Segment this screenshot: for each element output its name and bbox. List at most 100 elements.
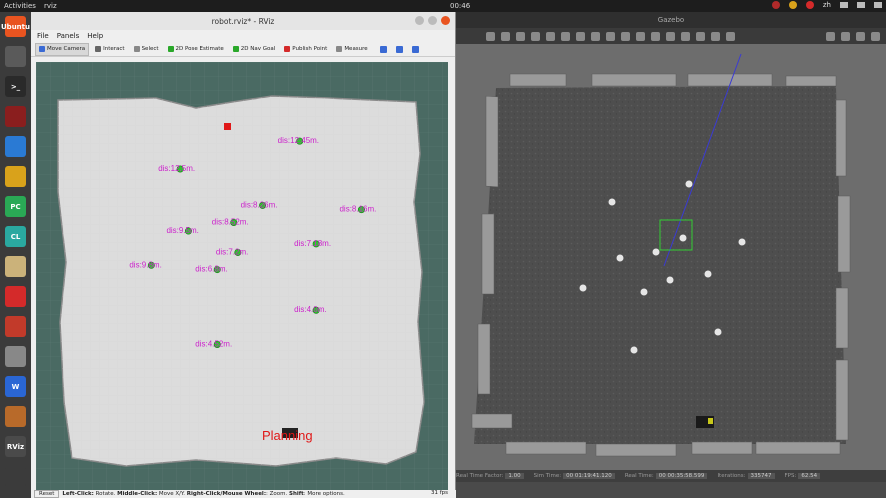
- real-time-factor: 1.00: [505, 473, 524, 479]
- redo-icon[interactable]: [561, 31, 570, 41]
- rviz-icon[interactable]: RViz: [5, 436, 26, 457]
- network-icon[interactable]: [840, 2, 848, 8]
- netease-tray-icon[interactable]: [771, 1, 780, 9]
- box-shape-icon[interactable]: [576, 31, 585, 41]
- gazebo-scene-render[interactable]: [456, 44, 886, 470]
- real-time: 00 00:35:58.599: [655, 473, 708, 479]
- netease-music-icon[interactable]: [5, 286, 26, 307]
- goal-distance-label: dis:8.16m.: [339, 205, 376, 214]
- occupancy-map[interactable]: dis:12.45m. dis:12.5m. dis:8.26m. dis:8.16m…: [36, 62, 448, 490]
- goal-distance-label: dis:7.2m.: [216, 247, 248, 256]
- system-monitor-icon[interactable]: [5, 106, 26, 127]
- tool-select[interactable]: Select: [131, 43, 162, 56]
- goal-distance-label: dis:12.5m.: [158, 164, 195, 173]
- copy-icon[interactable]: [666, 31, 675, 41]
- system-tray: zh: [771, 1, 882, 9]
- change-view-icon[interactable]: [726, 31, 735, 41]
- directional-light-icon[interactable]: [651, 31, 660, 41]
- chrome-icon[interactable]: [5, 166, 26, 187]
- video-icon[interactable]: [871, 31, 880, 41]
- volume-icon[interactable]: [857, 2, 865, 8]
- view-options-icon[interactable]: [411, 45, 419, 53]
- tool-move-camera[interactable]: Move Camera: [35, 42, 90, 56]
- input-method-label[interactable]: zh: [823, 1, 831, 9]
- chrome-tray-icon[interactable]: [788, 1, 797, 9]
- align-icon[interactable]: [696, 31, 705, 41]
- goal-distance-label: dis:6.8m.: [195, 265, 227, 274]
- goal-distance-label: dis:12.45m.: [278, 136, 319, 145]
- goal-distance-label: dis:8.52m.: [212, 218, 249, 227]
- tool-publish-point[interactable]: Publish Point: [281, 43, 330, 56]
- close-button[interactable]: [441, 16, 450, 25]
- sphere-shape-icon[interactable]: [591, 31, 600, 41]
- app-grid-icon[interactable]: [5, 466, 26, 487]
- tool-2d-nav-goal[interactable]: 2D Nav Goal: [230, 43, 279, 56]
- clock[interactable]: 00:46: [450, 2, 470, 10]
- files-icon[interactable]: [5, 46, 26, 67]
- gazebo-statusbar: Real Time Factor: 1.00 Sim Time: 00 01:19:…: [456, 470, 886, 482]
- point-light-icon[interactable]: [621, 31, 630, 41]
- gazebo-3d-scene[interactable]: [456, 44, 886, 470]
- scale-mode-icon[interactable]: [531, 31, 540, 41]
- office-icon[interactable]: [5, 316, 26, 337]
- paste-icon[interactable]: [681, 31, 690, 41]
- log-icon[interactable]: [841, 31, 850, 41]
- goal-distance-label: dis:8.26m.: [241, 200, 278, 209]
- tool-label: Publish Point: [292, 46, 328, 52]
- vscode-icon[interactable]: [5, 136, 26, 157]
- undo-icon[interactable]: [546, 31, 555, 41]
- tool-measure[interactable]: Measure: [333, 43, 370, 56]
- maximize-button[interactable]: [428, 16, 437, 25]
- clion-icon[interactable]: CL: [5, 226, 26, 247]
- globe-icon[interactable]: [5, 406, 26, 427]
- screenshot-icon[interactable]: [826, 31, 835, 41]
- goal-distance-label: dis:9.8m.: [129, 260, 161, 269]
- minimize-button[interactable]: [415, 16, 424, 25]
- rviz-toolbar: Move Camera Interact Select 2D Pose Estimat…: [31, 42, 455, 57]
- tool-move-camera-icon: [39, 46, 45, 52]
- gazebo-fps: 62.54: [798, 473, 821, 479]
- rotate-mode-icon[interactable]: [516, 31, 525, 41]
- wps-icon[interactable]: W: [5, 376, 26, 397]
- pycharm-icon[interactable]: PC: [5, 196, 26, 217]
- tool-label: 2D Nav Goal: [240, 46, 276, 52]
- rviz-statusbar: Reset Left-Click: Rotate. Middle-Click: …: [31, 490, 456, 498]
- gazebo-toolbar: [456, 28, 886, 44]
- terminal-icon[interactable]: >_: [5, 76, 26, 97]
- translate-mode-icon[interactable]: [501, 31, 510, 41]
- gazebo-titlebar[interactable]: Gazebo: [456, 12, 886, 28]
- tool-interact-icon: [95, 46, 102, 52]
- power-icon[interactable]: [874, 2, 882, 8]
- plot-icon[interactable]: [856, 31, 865, 41]
- ubuntu-software-icon[interactable]: Ubuntu: [1, 16, 30, 37]
- tool-label: Interact: [103, 46, 125, 52]
- tool-2d-nav-goal-icon: [232, 46, 239, 52]
- view-move-icon[interactable]: [379, 45, 387, 53]
- tool-select-icon: [133, 46, 140, 52]
- tool-2d-pose-estimate[interactable]: 2D Pose Estimate: [165, 43, 227, 56]
- planning-label: Planning: [262, 428, 313, 443]
- menu-help[interactable]: Help: [87, 32, 103, 40]
- goal-distance-label: dis:4.52m.: [195, 339, 232, 348]
- sim-time: 00 01:19:41.120: [563, 473, 615, 479]
- cylinder-shape-icon[interactable]: [606, 31, 615, 41]
- reset-button[interactable]: Reset: [34, 490, 60, 498]
- spot-light-icon[interactable]: [636, 31, 645, 41]
- weibo-tray-icon[interactable]: [805, 1, 814, 9]
- text-editor-icon[interactable]: [5, 256, 26, 277]
- select-mode-icon[interactable]: [486, 31, 495, 41]
- robot-start-marker: [224, 123, 231, 130]
- view-zoom-icon[interactable]: [395, 45, 403, 53]
- rviz-3d-view[interactable]: dis:12.45m. dis:12.5m. dis:8.26m. dis:8.16m…: [36, 62, 448, 490]
- screenshot-icon[interactable]: [5, 346, 26, 367]
- tool-label: Select: [141, 46, 159, 52]
- active-app-menu[interactable]: rviz: [44, 2, 57, 10]
- rviz-menubar: File Panels Help: [31, 30, 455, 42]
- snap-icon[interactable]: [711, 31, 720, 41]
- tool-label: Move Camera: [47, 46, 86, 52]
- menu-panels[interactable]: Panels: [57, 32, 80, 40]
- tool-interact[interactable]: Interact: [92, 43, 127, 56]
- rviz-titlebar[interactable]: robot.rviz* - RViz: [31, 12, 455, 30]
- activities-button[interactable]: Activities: [4, 2, 36, 10]
- menu-file[interactable]: File: [37, 32, 49, 40]
